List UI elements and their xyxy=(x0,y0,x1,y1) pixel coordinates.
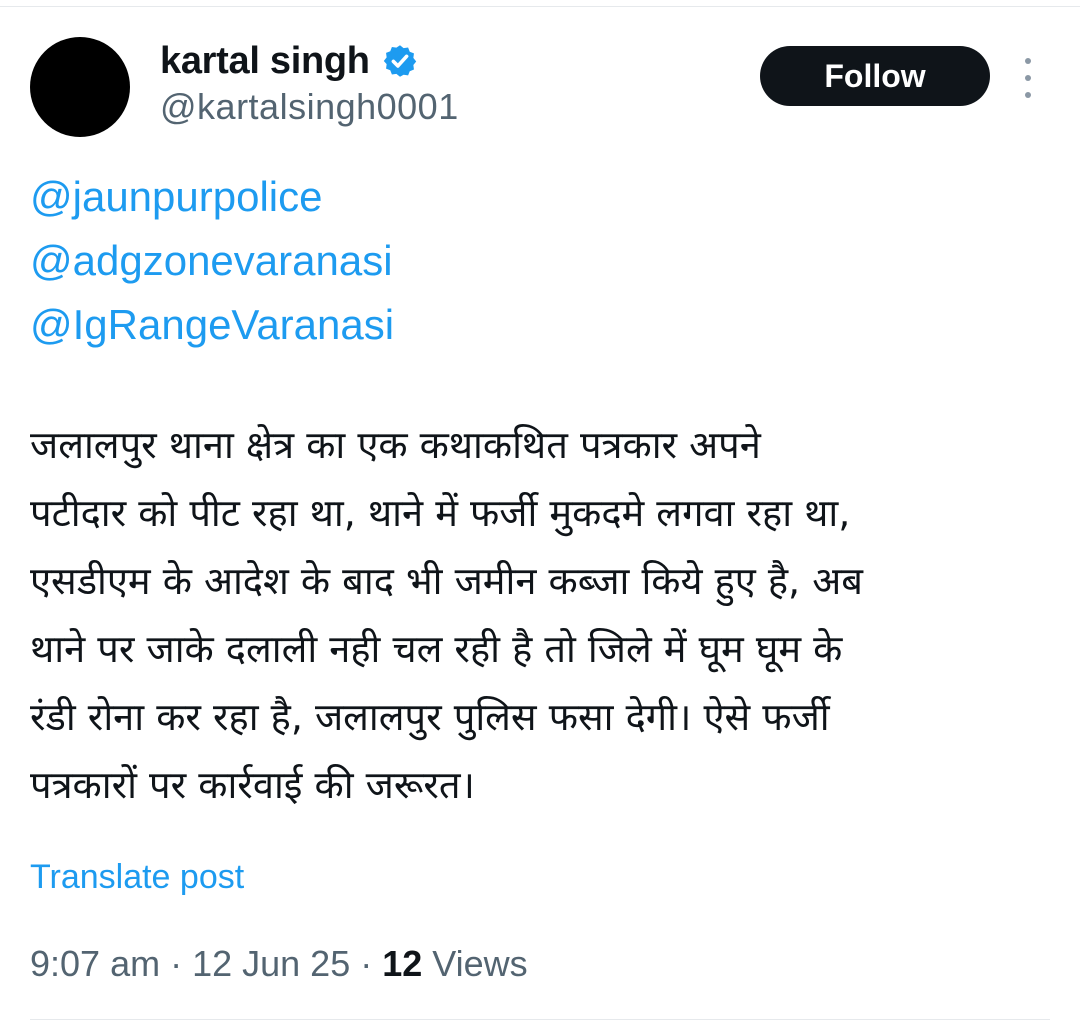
post-date[interactable]: 12 Jun 25 xyxy=(192,943,350,984)
author-display-name[interactable]: kartal singh xyxy=(160,40,370,83)
meta-separator: · xyxy=(350,943,383,984)
avatar[interactable] xyxy=(30,37,130,137)
mention-list: @jaunpurpolice @adgzonevaranasi @IgRange… xyxy=(30,165,394,357)
translate-post-link[interactable]: Translate post xyxy=(30,858,244,897)
tweet-text-line: पटीदार को पीट रहा था, थाने में फर्जी मुक… xyxy=(30,491,851,535)
tweet-text-line: पत्रकारों पर कार्रवाई की जरूरत। xyxy=(30,763,475,807)
post-meta: 9:07 am · 12 Jun 25 · 12 Views xyxy=(30,943,528,985)
mention-link[interactable]: @IgRangeVaranasi xyxy=(30,293,394,357)
tweet-text-line: थाने पर जाके दलाली नही चल रही है तो जिले… xyxy=(30,627,843,671)
views-count[interactable]: 12 xyxy=(382,943,422,984)
bottom-divider xyxy=(30,1019,1050,1020)
tweet-text-line: रंडी रोना कर रहा है, जलालपुर पुलिस फसा द… xyxy=(30,695,830,739)
mention-link[interactable]: @adgzonevaranasi xyxy=(30,229,394,293)
tweet-text-line: जलालपुर थाना क्षेत्र का एक कथाकथित पत्रक… xyxy=(30,423,761,467)
post-time[interactable]: 9:07 am xyxy=(30,943,160,984)
follow-button[interactable]: Follow xyxy=(760,46,990,106)
views-label[interactable]: Views xyxy=(432,943,527,984)
tweet-text: जलालपुर थाना क्षेत्र का एक कथाकथित पत्रक… xyxy=(30,411,1050,819)
author-handle[interactable]: @kartalsingh0001 xyxy=(160,86,459,128)
author-name-row: kartal singh xyxy=(160,36,418,86)
tweet-text-line: एसडीएम के आदेश के बाद भी जमीन कब्जा किये… xyxy=(30,559,863,603)
verified-badge-icon xyxy=(383,45,416,77)
mention-link[interactable]: @jaunpurpolice xyxy=(30,165,394,229)
meta-separator: · xyxy=(160,943,193,984)
more-vertical-icon[interactable] xyxy=(1016,58,1040,98)
top-divider xyxy=(0,6,1080,7)
